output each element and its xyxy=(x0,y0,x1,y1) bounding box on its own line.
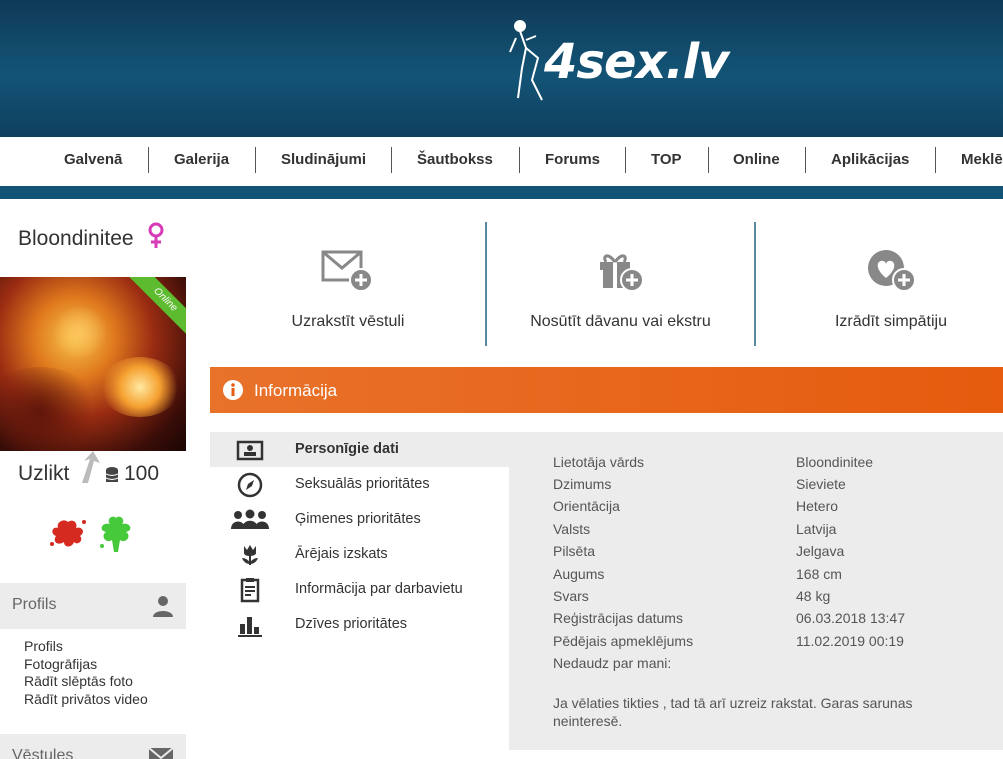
nav-divider xyxy=(391,147,392,173)
info-menu-label: Seksuālās prioritātes xyxy=(295,476,430,492)
detail-value: Latvija xyxy=(796,521,837,537)
up-arrow-icon[interactable] xyxy=(78,451,102,485)
site-logo[interactable]: 4sex.lv xyxy=(544,34,729,90)
nav-divider xyxy=(805,147,806,173)
detail-label: Svars xyxy=(553,588,589,604)
detail-value: 06.03.2018 13:47 xyxy=(796,610,905,626)
detail-value: Bloondinitee xyxy=(796,454,874,470)
nav-item-sautbokss[interactable]: Šautbokss xyxy=(417,151,493,168)
sidebar-section-label: Profils xyxy=(12,596,57,613)
detail-value: Hetero xyxy=(796,498,839,514)
heart-badge-add-icon xyxy=(868,250,916,292)
detail-label: Pilsēta xyxy=(553,543,596,559)
sidebar-section-profils[interactable]: Profils xyxy=(0,583,186,629)
coin-balance: 100 xyxy=(124,462,160,485)
sidebar-link-sleptas-foto[interactable]: Rādīt slēptās foto xyxy=(24,673,148,691)
online-badge: Online xyxy=(126,277,186,339)
profile-actions: Uzrakstīt vēstuli Nosūtīt dāvanu vai eks… xyxy=(210,220,1003,348)
compass-icon xyxy=(237,472,263,498)
nav-item-galerija[interactable]: Galerija xyxy=(174,151,229,168)
detail-label: Lietotāja vārds xyxy=(553,454,645,470)
sidebar-link-fotografijas[interactable]: Fotogrāfijas xyxy=(24,656,148,674)
user-icon xyxy=(153,596,173,617)
nav-divider xyxy=(935,147,936,173)
about-text: Ja vēlaties tikties , tad tā arī uzreiz … xyxy=(553,695,913,729)
nav-item-sludinajumi[interactable]: Sludinājumi xyxy=(281,151,366,168)
info-menu-item-personal[interactable]: Personīgie dati xyxy=(210,432,509,467)
sidebar-section-label: Vēstules xyxy=(12,747,74,759)
sidebar-section-vestules[interactable]: Vēstules xyxy=(0,734,186,759)
nav-bottom-bar xyxy=(0,186,1003,199)
detail-label: Reģistrācijas datums xyxy=(553,610,683,626)
detail-label: Augums xyxy=(553,566,605,582)
detail-value: 48 kg xyxy=(796,588,831,604)
site-header: 4sex.lv xyxy=(0,0,1003,137)
info-menu-label: Personīgie dati xyxy=(295,441,399,457)
send-gift-button[interactable]: Nosūtīt dāvanu vai ekstru xyxy=(487,220,754,348)
sidebar-link-profils[interactable]: Profils xyxy=(24,638,148,656)
flower-icon xyxy=(242,545,258,565)
nav-divider xyxy=(148,147,149,173)
detail-value: 168 cm xyxy=(796,566,842,582)
info-menu-label: Ārējais izskats xyxy=(295,546,388,562)
detail-label: Valsts xyxy=(553,521,591,537)
send-gift-label: Nosūtīt dāvanu vai ekstru xyxy=(530,313,711,330)
detail-label: Pēdējais apmeklējums xyxy=(553,633,694,649)
info-menu-item-sexual[interactable]: Seksuālās prioritātes xyxy=(210,467,509,502)
info-icon xyxy=(223,380,243,400)
envelope-add-icon xyxy=(321,250,373,292)
info-menu-item-life[interactable]: Dzīves prioritātes xyxy=(210,607,509,642)
show-sympathy-button[interactable]: Izrādīt simpātiju xyxy=(756,220,1003,348)
info-menu-label: Dzīves prioritātes xyxy=(295,616,408,632)
info-menu: Personīgie dati Seksuālās prioritātes Ģi… xyxy=(210,432,509,652)
sidebar-links: Profils Fotogrāfijas Rādīt slēptās foto … xyxy=(24,638,148,708)
info-menu-label: Ģimenes prioritātes xyxy=(295,511,421,527)
main-nav: Galvenā Galerija Sludinājumi Šautbokss F… xyxy=(0,137,1003,186)
envelope-icon xyxy=(148,747,174,759)
nav-item-forums[interactable]: Forums xyxy=(545,151,600,168)
coins-icon xyxy=(105,467,119,482)
bar-chart-icon xyxy=(238,617,262,637)
nav-divider xyxy=(625,147,626,173)
green-splat-icon[interactable] xyxy=(96,514,136,556)
detail-value: 11.02.2019 00:19 xyxy=(796,633,904,649)
nav-divider xyxy=(519,147,520,173)
profile-username: Bloondinitee xyxy=(18,227,134,250)
detail-label: Dzimums xyxy=(553,476,612,492)
write-letter-label: Uzrakstīt vēstuli xyxy=(291,313,405,330)
nav-item-mekle[interactable]: Meklē xyxy=(961,151,1003,168)
info-menu-item-family[interactable]: Ģimenes prioritātes xyxy=(210,502,509,537)
info-section-header: Informācija xyxy=(210,367,1003,413)
uzlikt-label[interactable]: Uzlikt xyxy=(18,462,69,486)
nav-divider xyxy=(255,147,256,173)
show-sympathy-label: Izrādīt simpātiju xyxy=(834,313,948,330)
female-icon xyxy=(148,222,164,248)
nav-divider xyxy=(708,147,709,173)
sidebar-link-privatos-video[interactable]: Rādīt privātos video xyxy=(24,691,148,709)
nav-item-top[interactable]: TOP xyxy=(651,151,682,168)
info-section-title: Informācija xyxy=(254,381,338,400)
info-menu-item-appearance[interactable]: Ārējais izskats xyxy=(210,537,509,572)
nav-item-aplikacijas[interactable]: Aplikācijas xyxy=(831,151,909,168)
info-menu-label: Informācija par darbavietu xyxy=(295,581,463,597)
clipboard-icon xyxy=(240,578,260,603)
id-card-icon xyxy=(236,440,264,461)
family-icon xyxy=(231,509,269,529)
detail-value: Jelgava xyxy=(796,543,845,559)
detail-value: Sieviete xyxy=(796,476,846,492)
gift-add-icon xyxy=(599,254,644,292)
nav-item-online[interactable]: Online xyxy=(733,151,780,168)
detail-label: Orientācija xyxy=(553,498,620,514)
red-splat-icon[interactable] xyxy=(48,516,88,552)
info-menu-item-work[interactable]: Informācija par darbavietu xyxy=(210,572,509,607)
personal-details-panel: Lietotāja vārds Bloondinitee Dzimums Sie… xyxy=(509,432,1003,750)
nav-item-galvena[interactable]: Galvenā xyxy=(64,151,122,168)
write-letter-button[interactable]: Uzrakstīt vēstuli xyxy=(210,220,486,348)
profile-photo[interactable]: Online xyxy=(0,277,186,451)
about-label: Nedaudz par mani: xyxy=(553,655,672,671)
